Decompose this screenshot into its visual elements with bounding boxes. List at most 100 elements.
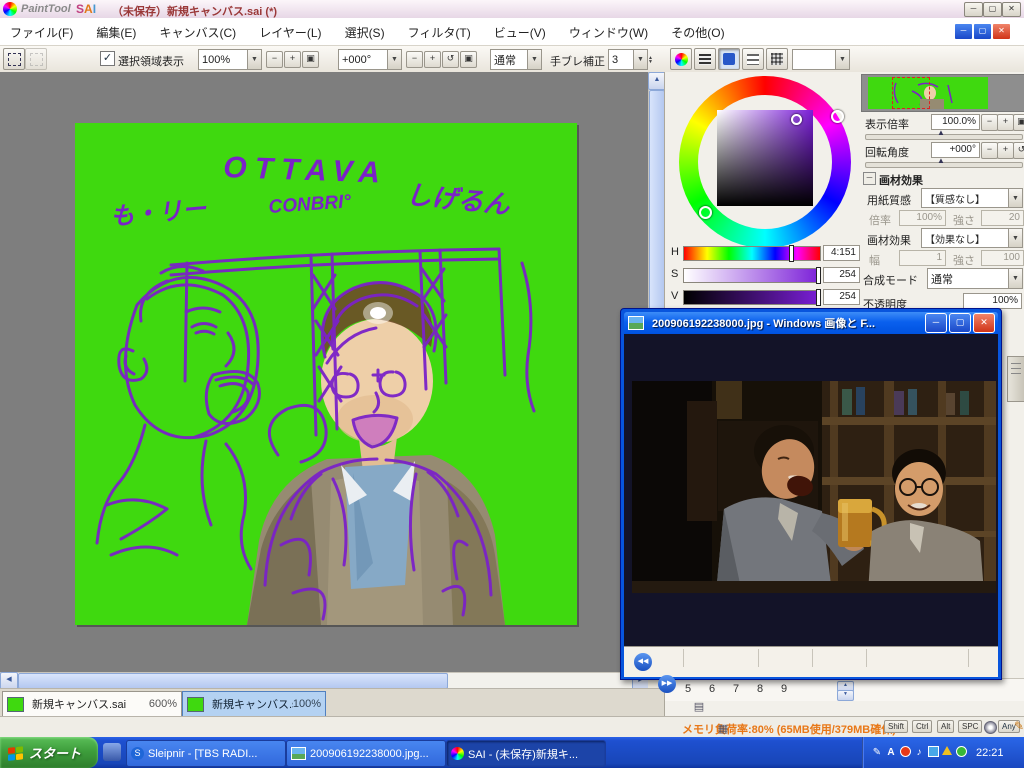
taskbar-task-sleipnir[interactable]: S Sleipnir - [TBS RADI...: [126, 740, 286, 767]
chevron-down-icon[interactable]: ▼: [527, 50, 541, 69]
security-icon[interactable]: [940, 746, 954, 760]
s-slider-marker[interactable]: [816, 267, 821, 284]
brush-size-item[interactable]: 7: [733, 683, 739, 695]
title-bar[interactable]: PaintTool SAI （未保存）新規キャンバス.sai (*) ─ ▢ ✕: [0, 0, 1024, 19]
menu-view[interactable]: ビュー(V): [484, 18, 556, 41]
ime-mode-icon[interactable]: A: [884, 746, 898, 760]
hue-indicator-secondary[interactable]: [699, 206, 712, 219]
menu-file[interactable]: ファイル(F): [0, 18, 83, 41]
view-rotate-ccw-button[interactable]: −: [981, 142, 998, 159]
previous-image-button[interactable]: ◀◀: [632, 651, 654, 673]
scratchpad-toggle-button[interactable]: [766, 48, 788, 70]
taskbar-task-image[interactable]: 200906192238000.jpg...: [286, 740, 446, 767]
sv-indicator[interactable]: [791, 114, 802, 125]
color-wheel-toggle-button[interactable]: [670, 48, 692, 70]
pen-icon[interactable]: ✎: [1014, 719, 1024, 733]
view-zoom-slider-marker[interactable]: ▲: [937, 128, 945, 137]
network-icon[interactable]: [926, 746, 940, 760]
image-viewer-window[interactable]: 200906192238000.jpg - Windows 画像と F... ─…: [620, 308, 1002, 680]
chevron-down-icon[interactable]: ▼: [1008, 229, 1022, 247]
chevron-down-icon[interactable]: ▼: [835, 50, 849, 69]
blend-mode-combobox[interactable]: 通常▼: [490, 49, 542, 70]
start-button[interactable]: スタート: [0, 737, 98, 768]
selection-move-button[interactable]: [3, 48, 25, 70]
rotate-reset-button[interactable]: ▣: [460, 51, 477, 68]
chevron-down-icon[interactable]: ▼: [633, 50, 647, 69]
mdi-close-button[interactable]: ✕: [992, 23, 1011, 40]
antivirus-icon[interactable]: [954, 746, 968, 760]
panel-scrollbar-fragment[interactable]: [1007, 356, 1024, 402]
alt-key-chip[interactable]: Alt: [937, 720, 954, 733]
chevron-down-icon[interactable]: ▼: [1008, 269, 1022, 288]
canvas-tab-2[interactable]: 新規キャンバス.sai 100%: [182, 691, 326, 717]
navigator-preview[interactable]: [861, 74, 1024, 112]
taskbar-task-sai[interactable]: SAI - (未保存)新規キ...: [446, 740, 606, 767]
brush-size-item[interactable]: 6: [709, 683, 715, 695]
actual-size-button[interactable]: ▦: [712, 717, 734, 739]
canvas-drawing[interactable]: OTTAVA も・リー CONBRI° しげるん: [75, 123, 577, 625]
mixer-toggle-button[interactable]: [742, 48, 764, 70]
stabilizer-combobox[interactable]: 3▼: [608, 49, 648, 70]
ime-pen-icon[interactable]: ✎: [870, 746, 884, 760]
v-slider[interactable]: [683, 290, 821, 305]
shift-key-chip[interactable]: Shift: [884, 720, 908, 733]
quick-launch-icon[interactable]: [103, 743, 121, 761]
brush-size-item[interactable]: 9: [781, 683, 787, 695]
rotate-cw-button[interactable]: +: [424, 51, 441, 68]
navigator-viewport-rect[interactable]: [892, 77, 930, 109]
layer-blend-combobox[interactable]: 通常▼: [927, 268, 1023, 289]
minimize-button[interactable]: ─: [964, 2, 983, 17]
menu-layer[interactable]: レイヤー(L): [249, 18, 331, 41]
paper-texture-combobox[interactable]: 【質感なし】▼: [921, 188, 1023, 208]
swatch-toggle-button[interactable]: [718, 48, 740, 70]
hue-indicator[interactable]: [831, 110, 844, 123]
menu-others[interactable]: その他(O): [661, 18, 734, 41]
maximize-button[interactable]: ▢: [983, 2, 1002, 17]
show-selection-checkbox[interactable]: ✓: [100, 51, 115, 66]
chevron-down-icon[interactable]: ▼: [247, 50, 261, 69]
stabilizer-spinner[interactable]: ▲▼: [648, 50, 653, 69]
ctrl-key-chip[interactable]: Ctrl: [912, 720, 932, 733]
zoom-in-button[interactable]: +: [284, 51, 301, 68]
close-button[interactable]: ✕: [1002, 2, 1021, 17]
chevron-down-icon[interactable]: ▼: [387, 50, 401, 69]
menu-window[interactable]: ウィンドウ(W): [559, 18, 658, 41]
view-zoom-out-button[interactable]: −: [981, 114, 998, 131]
menu-canvas[interactable]: キャンバス(C): [149, 18, 246, 41]
gear-icon[interactable]: [984, 721, 997, 734]
h-slider-marker[interactable]: [789, 245, 794, 262]
s-slider[interactable]: [683, 268, 821, 283]
view-zoom-reset-button[interactable]: ▣: [1013, 114, 1024, 131]
horizontal-scroll-thumb[interactable]: [18, 673, 448, 689]
mdi-restore-button[interactable]: ▢: [973, 23, 992, 40]
brush-size-item[interactable]: 5: [685, 683, 691, 695]
rotate-ccw-button[interactable]: −: [406, 51, 423, 68]
view-rotate-reset-button[interactable]: ↺: [1013, 142, 1024, 159]
rgb-slider-toggle-button[interactable]: [694, 48, 716, 70]
canvas-tab-1[interactable]: 新規キャンバス.sai 600%: [2, 691, 182, 717]
mdi-minimize-button[interactable]: ─: [954, 23, 973, 40]
material-effect-combobox[interactable]: 【効果なし】▼: [921, 228, 1023, 248]
zoom-out-button[interactable]: −: [266, 51, 283, 68]
viewer-minimize-button[interactable]: ─: [925, 313, 947, 333]
space-key-chip[interactable]: SPC: [958, 720, 982, 733]
canvas-viewport[interactable]: OTTAVA も・リー CONBRI° しげるん: [0, 72, 648, 672]
view-rotate-cw-button[interactable]: +: [997, 142, 1014, 159]
brush-scroll-down-icon[interactable]: ▼: [837, 690, 854, 701]
menu-selection[interactable]: 選択(S): [335, 18, 395, 41]
zoom-reset-button[interactable]: ▣: [302, 51, 319, 68]
chevron-down-icon[interactable]: ▼: [1008, 189, 1022, 207]
h-slider[interactable]: [683, 246, 821, 261]
v-slider-marker[interactable]: [816, 289, 821, 306]
update-icon[interactable]: [898, 746, 912, 760]
angle-combobox[interactable]: +000°▼: [338, 49, 402, 70]
selection-transform-button[interactable]: [25, 48, 47, 70]
next-image-button[interactable]: ▶▶: [656, 673, 678, 695]
view-zoom-in-button[interactable]: +: [997, 114, 1014, 131]
menu-edit[interactable]: 編集(E): [86, 18, 146, 41]
zoom-combobox[interactable]: 100%▼: [198, 49, 262, 70]
viewer-maximize-button[interactable]: ▢: [949, 313, 971, 333]
brush-size-item[interactable]: 8: [757, 683, 763, 695]
viewer-title-bar[interactable]: 200906192238000.jpg - Windows 画像と F... ─…: [624, 312, 998, 334]
view-rotate-slider-marker[interactable]: ▲: [937, 156, 945, 165]
